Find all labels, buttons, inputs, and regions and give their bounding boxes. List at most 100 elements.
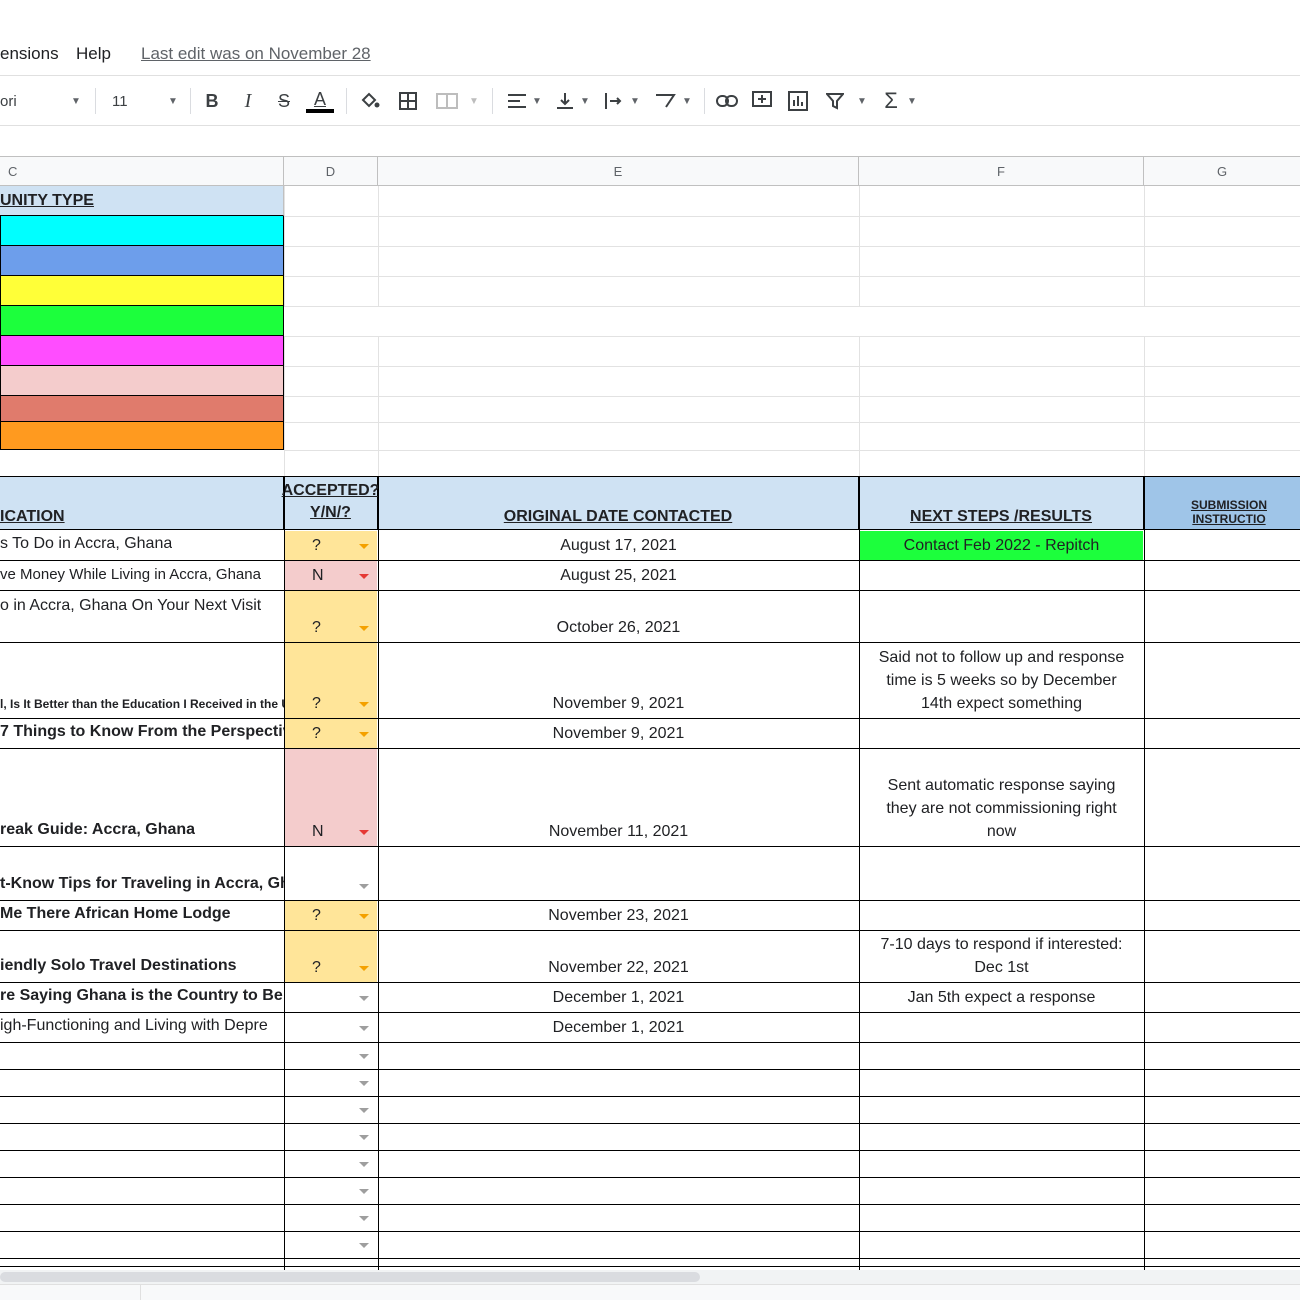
last-edit-link[interactable]: Last edit was on November 28 bbox=[141, 44, 371, 64]
grid-line bbox=[284, 216, 1300, 217]
row-border bbox=[0, 1177, 1300, 1178]
chevron-down-icon[interactable] bbox=[359, 732, 369, 737]
accepted-value: ? bbox=[312, 537, 321, 554]
column-header-c[interactable]: C bbox=[0, 156, 284, 186]
accepted-cell[interactable] bbox=[285, 847, 377, 900]
chevron-down-icon[interactable] bbox=[359, 1243, 369, 1248]
column-header-d[interactable]: D bbox=[284, 156, 378, 186]
row-border bbox=[0, 642, 1300, 643]
chevron-down-icon[interactable] bbox=[359, 1054, 369, 1059]
grid-line bbox=[284, 366, 1300, 367]
filter-icon[interactable] bbox=[824, 86, 846, 116]
insert-chart-icon[interactable] bbox=[786, 86, 810, 116]
merge-cells-icon[interactable] bbox=[434, 86, 460, 116]
italic-button[interactable]: I bbox=[236, 86, 260, 116]
text-color-icon: A bbox=[313, 88, 326, 109]
empty-row bbox=[284, 307, 1300, 336]
grid-line bbox=[284, 450, 1300, 451]
chevron-down-icon[interactable] bbox=[359, 1026, 369, 1031]
table-border bbox=[1144, 1042, 1145, 1270]
date-contacted: November 23, 2021 bbox=[548, 907, 689, 924]
grid-line bbox=[284, 422, 1300, 423]
menu-extensions[interactable]: ensions bbox=[0, 44, 59, 64]
insert-link-icon[interactable] bbox=[714, 86, 740, 116]
chevron-down-icon[interactable] bbox=[359, 914, 369, 919]
functions-dropdown-icon[interactable]: ▼ bbox=[904, 86, 920, 116]
borders-icon[interactable] bbox=[396, 86, 420, 116]
grid-line bbox=[284, 246, 1300, 247]
table-border bbox=[284, 476, 285, 1042]
table-header-date: ORIGINAL DATE CONTACTED bbox=[378, 476, 859, 530]
insert-comment-icon[interactable] bbox=[750, 86, 774, 116]
vertical-align-dropdown-icon[interactable]: ▼ bbox=[578, 86, 592, 116]
vertical-align-icon[interactable] bbox=[554, 86, 576, 116]
chevron-down-icon[interactable] bbox=[359, 1108, 369, 1113]
legend-color-swatch bbox=[0, 276, 284, 306]
functions-icon[interactable]: Σ bbox=[880, 86, 902, 116]
text-wrapping-icon[interactable] bbox=[602, 86, 626, 116]
chevron-down-icon[interactable] bbox=[359, 702, 369, 707]
legend-color-swatch bbox=[0, 422, 284, 450]
toolbar-separator bbox=[492, 88, 493, 114]
chevron-down-icon[interactable] bbox=[359, 884, 369, 889]
column-header-e[interactable]: E bbox=[378, 156, 859, 186]
text-rotation-dropdown-icon[interactable]: ▼ bbox=[680, 86, 694, 116]
accepted-cell[interactable] bbox=[285, 591, 377, 642]
chevron-down-icon[interactable] bbox=[359, 966, 369, 971]
row-border bbox=[0, 1231, 1300, 1232]
text-wrapping-dropdown-icon[interactable]: ▼ bbox=[628, 86, 642, 116]
bold-button[interactable]: B bbox=[200, 86, 224, 116]
row-border bbox=[0, 1069, 1300, 1070]
accepted-value: ? bbox=[312, 619, 321, 636]
next-steps-text: Sent automatic response saying bbox=[887, 777, 1116, 794]
column-header-g[interactable]: G bbox=[1144, 156, 1300, 186]
chevron-down-icon[interactable] bbox=[359, 1081, 369, 1086]
legend-color-swatch bbox=[0, 336, 284, 366]
accepted-value: ? bbox=[312, 725, 321, 742]
filter-dropdown-icon[interactable]: ▼ bbox=[854, 86, 870, 116]
sheet-tabs-divider bbox=[140, 1284, 141, 1300]
merge-dropdown-icon[interactable]: ▼ bbox=[466, 86, 482, 116]
row-border bbox=[0, 1266, 1300, 1267]
font-size-value: 11 bbox=[112, 92, 128, 110]
fill-color-icon[interactable] bbox=[356, 86, 384, 116]
chevron-down-icon[interactable] bbox=[359, 1135, 369, 1140]
font-size-dropdown-icon[interactable]: ▼ bbox=[165, 86, 181, 116]
next-steps-text: 14th expect something bbox=[921, 695, 1082, 712]
date-contacted: November 9, 2021 bbox=[552, 725, 685, 742]
menu-help[interactable]: Help bbox=[76, 44, 111, 64]
strikethrough-button[interactable]: S bbox=[272, 86, 296, 116]
row-border bbox=[0, 718, 1300, 719]
chevron-down-icon[interactable] bbox=[359, 1189, 369, 1194]
column-header-f[interactable]: F bbox=[859, 156, 1144, 186]
horizontal-scrollbar-thumb[interactable] bbox=[0, 1272, 700, 1282]
accepted-value: ? bbox=[312, 959, 321, 976]
chevron-down-icon[interactable] bbox=[359, 996, 369, 1001]
next-steps-text: Contact Feb 2022 - Repitch bbox=[903, 537, 1100, 554]
text-color-button[interactable]: A bbox=[306, 86, 334, 116]
accepted-cell[interactable] bbox=[285, 931, 377, 982]
font-family-select[interactable]: ori bbox=[0, 86, 60, 116]
chevron-down-icon[interactable] bbox=[359, 1216, 369, 1221]
row-border bbox=[0, 982, 1300, 983]
chevron-down-icon[interactable] bbox=[359, 544, 369, 549]
row-border bbox=[0, 1204, 1300, 1205]
row-border bbox=[0, 748, 1300, 749]
horizontal-align-dropdown-icon[interactable]: ▼ bbox=[530, 86, 544, 116]
chevron-down-icon[interactable] bbox=[359, 1162, 369, 1167]
horizontal-align-icon[interactable] bbox=[504, 86, 530, 116]
font-size-select[interactable]: 11 bbox=[112, 86, 142, 116]
font-family-dropdown-icon[interactable]: ▼ bbox=[68, 86, 84, 116]
next-steps-text: now bbox=[986, 823, 1017, 840]
accepted-value: N bbox=[312, 567, 324, 584]
chevron-down-icon[interactable] bbox=[359, 626, 369, 631]
legend-color-swatch bbox=[0, 396, 284, 422]
legend-color-swatch bbox=[0, 306, 284, 336]
chevron-down-icon[interactable] bbox=[359, 574, 369, 579]
next-steps-text: 7-10 days to respond if interested: bbox=[880, 936, 1123, 953]
table-border bbox=[1144, 476, 1145, 1042]
chevron-down-icon[interactable] bbox=[359, 830, 369, 835]
date-contacted: December 1, 2021 bbox=[552, 1019, 685, 1036]
accepted-header-line2: Y/N/? bbox=[310, 503, 351, 521]
text-rotation-icon[interactable] bbox=[652, 86, 678, 116]
